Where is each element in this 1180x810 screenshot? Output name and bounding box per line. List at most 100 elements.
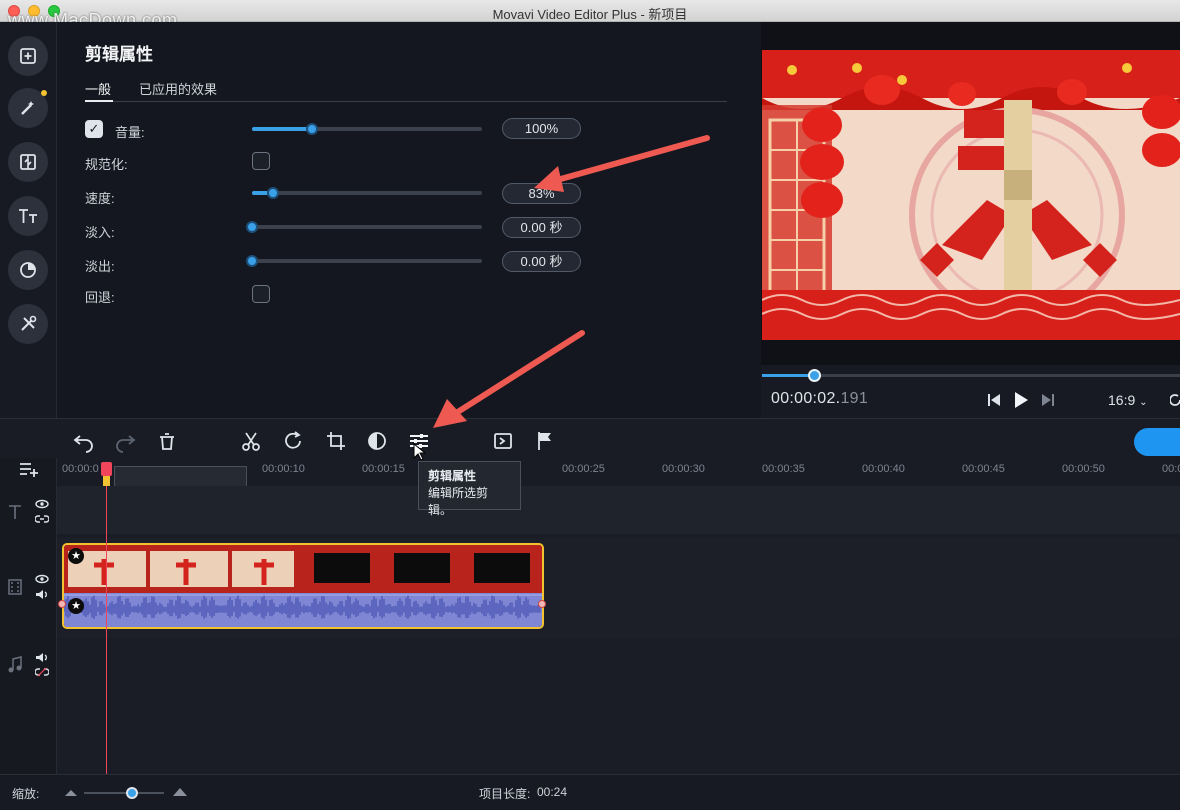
playhead-handle[interactable] bbox=[101, 462, 112, 476]
volume-slider-handle[interactable] bbox=[305, 123, 318, 135]
stickers-button[interactable] bbox=[8, 250, 48, 290]
tab-general[interactable]: 一般 bbox=[85, 79, 111, 98]
filters-button[interactable] bbox=[8, 88, 48, 128]
selected-video-clip[interactable]: ★ ★ bbox=[62, 543, 544, 629]
undo-icon[interactable] bbox=[72, 429, 96, 453]
star-icon[interactable]: ★ bbox=[68, 548, 84, 564]
playhead[interactable] bbox=[101, 462, 112, 774]
stickers-icon bbox=[20, 262, 36, 278]
fade-in-slider[interactable] bbox=[246, 221, 482, 233]
star-icon[interactable]: ★ bbox=[68, 598, 84, 614]
fade-out-slider[interactable] bbox=[246, 255, 482, 267]
tooltip-text: 编辑所选剪辑。 bbox=[428, 486, 489, 517]
fade-in-value[interactable]: 0.00 秒 bbox=[502, 217, 581, 238]
color-adjust-icon[interactable] bbox=[365, 429, 389, 453]
redo-icon[interactable] bbox=[113, 429, 137, 453]
music-track-icon bbox=[8, 656, 22, 673]
titles-button[interactable] bbox=[8, 196, 48, 236]
tooltip-title: 剪辑属性 bbox=[428, 469, 477, 483]
volume-keyframe-handle[interactable] bbox=[58, 600, 66, 608]
more-tools-button[interactable] bbox=[8, 304, 48, 344]
previous-frame-icon[interactable] bbox=[987, 392, 1001, 408]
speaker-icon[interactable] bbox=[35, 589, 49, 600]
tab-divider bbox=[85, 101, 727, 102]
ruler-tick: 00:00:30 bbox=[662, 463, 705, 475]
annotation-arrow bbox=[534, 135, 710, 192]
status-bar: 缩放: 项目长度: 00:24 bbox=[0, 774, 1180, 810]
fade-out-slider-handle[interactable] bbox=[246, 255, 258, 267]
annotation-arrow bbox=[433, 330, 585, 428]
delete-icon[interactable] bbox=[155, 429, 179, 453]
text-track-lane[interactable] bbox=[57, 486, 1180, 534]
volume-keyframe-handle[interactable] bbox=[538, 600, 546, 608]
volume-slider[interactable] bbox=[252, 123, 482, 135]
eye-icon[interactable] bbox=[35, 499, 49, 509]
clip-thumbnails bbox=[64, 545, 542, 627]
cut-icon[interactable] bbox=[239, 429, 263, 453]
ruler-tick: 00:00:40 bbox=[862, 463, 905, 475]
left-toolbar bbox=[0, 22, 57, 418]
project-length-label: 项目长度: bbox=[479, 787, 531, 801]
fade-out-label: 淡出: bbox=[85, 259, 115, 274]
timeline-tracks bbox=[57, 486, 1180, 774]
tab-applied-effects[interactable]: 已应用的效果 bbox=[139, 79, 217, 98]
link-icon[interactable] bbox=[35, 667, 49, 677]
zoom-slider-handle[interactable] bbox=[126, 787, 138, 799]
aspect-ratio-value: 16:9 bbox=[1108, 392, 1136, 408]
ruler-tick: 00:00:50 bbox=[1062, 463, 1105, 475]
text-track-icon bbox=[9, 505, 21, 519]
tools-icon bbox=[21, 315, 37, 331]
rotate-clip-icon[interactable] bbox=[281, 429, 305, 453]
normalize-checkbox[interactable] bbox=[252, 152, 270, 170]
clip-properties-panel: 剪辑属性 一般 已应用的效果 ✓ 音量: 100% 规范化: 速度: 83% 淡… bbox=[57, 22, 761, 418]
video-frame[interactable] bbox=[762, 50, 1180, 340]
zoom-slider[interactable] bbox=[84, 787, 164, 799]
panel-heading: 剪辑属性 bbox=[85, 45, 153, 64]
preview-seek-bar[interactable] bbox=[762, 369, 1180, 382]
ruler-tick: 00:00:45 bbox=[962, 463, 1005, 475]
preview-panel: 00:00:02.191 16:9 ⌄ bbox=[761, 22, 1180, 418]
video-frame-image bbox=[762, 50, 1180, 340]
zoom-label: 缩放: bbox=[12, 787, 40, 801]
export-button[interactable] bbox=[1134, 428, 1180, 456]
reverse-label: 回退: bbox=[85, 290, 115, 305]
import-button[interactable] bbox=[8, 36, 48, 76]
timeline-ruler[interactable]: 00:00:0 00:00:10 00:00:15 00:00:25 00:00… bbox=[57, 458, 1180, 489]
rotate-icon[interactable] bbox=[1170, 392, 1180, 408]
preview-timecode: 00:00:02.191 bbox=[771, 390, 868, 408]
zoom-out-icon[interactable] bbox=[64, 787, 78, 797]
mouse-cursor-icon bbox=[413, 443, 426, 461]
aspect-ratio-select[interactable]: 16:9 ⌄ bbox=[1108, 392, 1148, 408]
ruler-tick: 00:00:15 bbox=[362, 463, 405, 475]
chevron-down-icon: ⌄ bbox=[1139, 397, 1148, 408]
speed-slider[interactable] bbox=[252, 187, 482, 199]
playhead-marker bbox=[103, 476, 110, 486]
ruler-tick: 00:00:0 bbox=[62, 463, 99, 475]
volume-checkbox[interactable]: ✓ bbox=[85, 120, 103, 138]
link-icon[interactable] bbox=[35, 514, 49, 524]
notification-dot bbox=[41, 90, 47, 96]
timeline-toolbar bbox=[0, 418, 1180, 462]
crop-icon[interactable] bbox=[324, 429, 348, 453]
reverse-checkbox[interactable] bbox=[252, 285, 270, 303]
next-frame-icon[interactable] bbox=[1041, 392, 1055, 408]
fade-in-slider-handle[interactable] bbox=[246, 221, 258, 233]
audio-track-lane[interactable] bbox=[57, 642, 1180, 774]
titles-icon bbox=[19, 209, 37, 223]
fade-out-value[interactable]: 0.00 秒 bbox=[502, 251, 581, 272]
zoom-in-icon[interactable] bbox=[172, 785, 188, 797]
speed-slider-handle[interactable] bbox=[266, 187, 279, 199]
eye-icon[interactable] bbox=[35, 574, 49, 584]
transitions-button[interactable] bbox=[8, 142, 48, 182]
add-track-icon[interactable] bbox=[18, 460, 40, 478]
track-headers bbox=[0, 458, 57, 774]
play-icon[interactable] bbox=[1013, 390, 1029, 410]
ruler-tick: 00:00:10 bbox=[262, 463, 305, 475]
speaker-icon[interactable] bbox=[35, 652, 49, 663]
speed-label: 速度: bbox=[85, 191, 115, 206]
ruler-tick: 00:0 bbox=[1162, 463, 1180, 475]
timecode-milliseconds: 191 bbox=[840, 390, 869, 407]
volume-slider-fill bbox=[252, 127, 312, 131]
volume-label: 音量: bbox=[115, 125, 145, 140]
fade-in-label: 淡入: bbox=[85, 225, 115, 240]
